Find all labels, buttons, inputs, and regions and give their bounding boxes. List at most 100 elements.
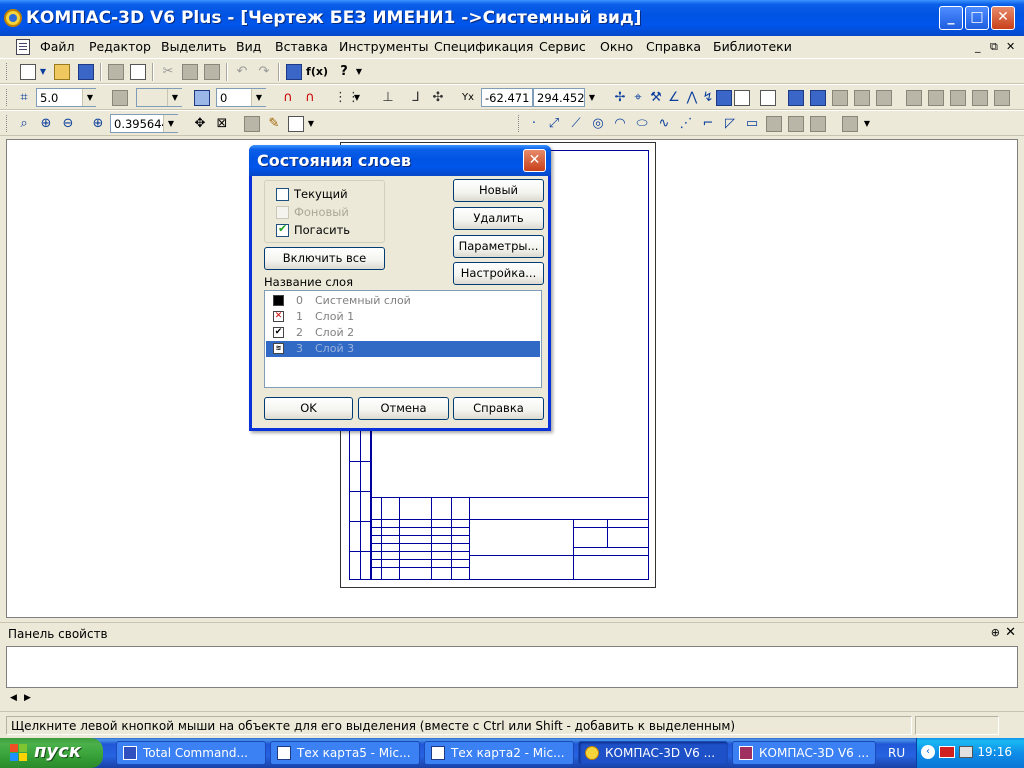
snap-angle-icon[interactable]: ∠ [666,90,682,106]
antivirus-tray-icon[interactable] [939,746,955,758]
network-tray-icon[interactable] [959,746,973,758]
mdi-close-button[interactable]: ✕ [1006,40,1015,53]
lib-icon-1[interactable] [906,90,922,106]
layer-background-icon[interactable]: ≋ [273,343,284,354]
show-all-icon[interactable]: ⊠ [214,116,230,132]
layer-hidden-icon[interactable]: ✕ [273,311,284,322]
mdi-restore-button[interactable]: ⧉ [990,40,998,54]
task-word-tech-card2[interactable]: Тех карта2 - Mic... [424,741,574,765]
checkbox-hide-box[interactable]: ✔ [276,222,289,237]
settings-button[interactable]: Настройка... [453,262,544,285]
start-button[interactable]: пуск [0,738,103,768]
spec-icon-2[interactable] [810,90,826,106]
zoom-dropdown-arrow-icon[interactable]: ▼ [163,115,178,132]
menu-service[interactable]: Сервис [539,39,586,54]
ortho-icon[interactable]: ⅃ [408,90,424,106]
redo-icon[interactable]: ↷ [256,64,272,80]
lib-icon-5[interactable] [994,90,1010,106]
menu-select[interactable]: Выделить [161,39,227,54]
open-folder-icon[interactable] [54,64,70,80]
refresh-icon[interactable] [244,116,260,132]
hatch-icon[interactable] [766,116,782,132]
view-manager-icon[interactable] [760,90,776,106]
layer-current-icon[interactable]: ✔ [273,327,284,338]
maximize-button[interactable]: □ [965,6,989,30]
toolbar-grip[interactable] [6,115,9,132]
task-total-commander[interactable]: Total Command... [116,741,266,765]
chamfer-icon[interactable]: ◸ [722,116,738,132]
dialog-title-bar[interactable]: Состояния слоев ✕ [249,145,551,176]
fillet-icon[interactable]: ⌐ [700,116,716,132]
checkbox-current-box[interactable] [276,188,289,201]
style-dropdown-arrow-icon[interactable]: ▼ [167,89,182,106]
new-document-icon[interactable] [20,64,36,80]
enable-all-button[interactable]: Включить все [264,247,385,270]
snap-list-icon[interactable] [734,90,750,106]
menu-specification[interactable]: Спецификация [434,39,533,54]
point-tool-icon[interactable]: · [526,116,542,132]
lib-icon-4[interactable] [972,90,988,106]
properties-brush-icon[interactable]: ✎ [266,116,282,132]
toolbar-grip[interactable] [6,63,9,80]
kompas-app-icon[interactable] [4,9,22,27]
ok-button[interactable]: OK [264,397,353,420]
spec-icon-5[interactable] [876,90,892,106]
layer-row-0[interactable]: 0 Системный слой [266,293,540,309]
local-cs-icon[interactable]: ⊥ [380,90,396,106]
zoom-scale-icon[interactable]: ⊕ [90,116,106,132]
menu-help[interactable]: Справка [646,39,701,54]
save-icon[interactable] [78,64,94,80]
new-layer-button[interactable]: Новый [453,179,544,202]
rectangle-icon[interactable]: ▭ [744,116,760,132]
menu-editor[interactable]: Редактор [89,39,151,54]
insert-dropdown-arrow-icon[interactable]: ▼ [862,116,872,132]
pin-icon[interactable]: ⊕ [991,626,1000,639]
help-pointer-icon[interactable]: ? [336,64,352,80]
window-title-bar[interactable]: КОМПАС-3D V6 Plus - [Чертеж БЕЗ ИМЕНИ1 -… [0,0,1024,36]
spec-icon-3[interactable] [832,90,848,106]
snap-magnet-icon[interactable]: ∩ [280,90,296,106]
coord-dropdown-arrow-icon[interactable]: ▼ [587,90,597,106]
panel-toggle-icon[interactable] [288,116,304,132]
panel-dropdown-arrow-icon[interactable]: ▼ [306,116,316,132]
copy-icon[interactable] [182,64,198,80]
snap-intersection-icon[interactable]: ⋀ [684,90,700,106]
snap-point-icon[interactable]: ✢ [612,90,628,106]
layer-row-3[interactable]: ≋ 3 Слой 3 [266,341,540,357]
help-dropdown-arrow-icon[interactable]: ▼ [354,64,364,80]
print-preview-icon[interactable] [130,64,146,80]
dialog-close-button[interactable]: ✕ [523,149,546,172]
layer-row-1[interactable]: ✕ 1 Слой 1 [266,309,540,325]
snap-midpoint-icon[interactable]: ⌖ [630,90,646,106]
local-snap-magnet-icon[interactable]: ∩ [302,90,318,106]
parameters-button[interactable]: Параметры... [453,235,544,258]
menu-view[interactable]: Вид [236,39,261,54]
properties-close-button[interactable]: ✕ [1005,625,1016,640]
spec-icon-1[interactable] [788,90,804,106]
menu-tools[interactable]: Инструменты [339,39,428,54]
cancel-button[interactable]: Отмена [358,397,449,420]
mdi-minimize-button[interactable]: _ [975,40,981,53]
insert-icon[interactable] [842,116,858,132]
segment-icon[interactable]: ⟋ [568,116,584,132]
lib-icon-2[interactable] [928,90,944,106]
help-button[interactable]: Справка [453,397,544,420]
calculator-icon[interactable] [286,64,302,80]
layer-row-2[interactable]: ✔ 2 Слой 2 [266,325,540,341]
round-icon[interactable]: ✣ [430,90,446,106]
pan-icon[interactable]: ✥ [192,116,208,132]
cut-icon[interactable]: ✂ [160,64,176,80]
zoom-in-icon[interactable]: ⊕ [38,116,54,132]
language-indicator[interactable]: RU [888,746,905,760]
style-icon[interactable] [112,90,128,106]
layer-dropdown-arrow-icon[interactable]: ▼ [251,89,266,106]
delete-layer-button[interactable]: Удалить [453,207,544,230]
ellipse-icon[interactable]: ⬭ [634,116,650,132]
coord-y-input[interactable]: 294.452 [533,88,585,107]
menu-file[interactable]: Файл [40,39,75,54]
task-kompas[interactable]: КОМПАС-3D V6 ... [732,741,876,765]
arc-icon[interactable]: ◠ [612,116,628,132]
new-dropdown-arrow-icon[interactable]: ▼ [38,64,48,80]
circle-icon[interactable]: ◎ [590,116,606,132]
scroll-left-icon[interactable]: ◀ [10,693,17,703]
